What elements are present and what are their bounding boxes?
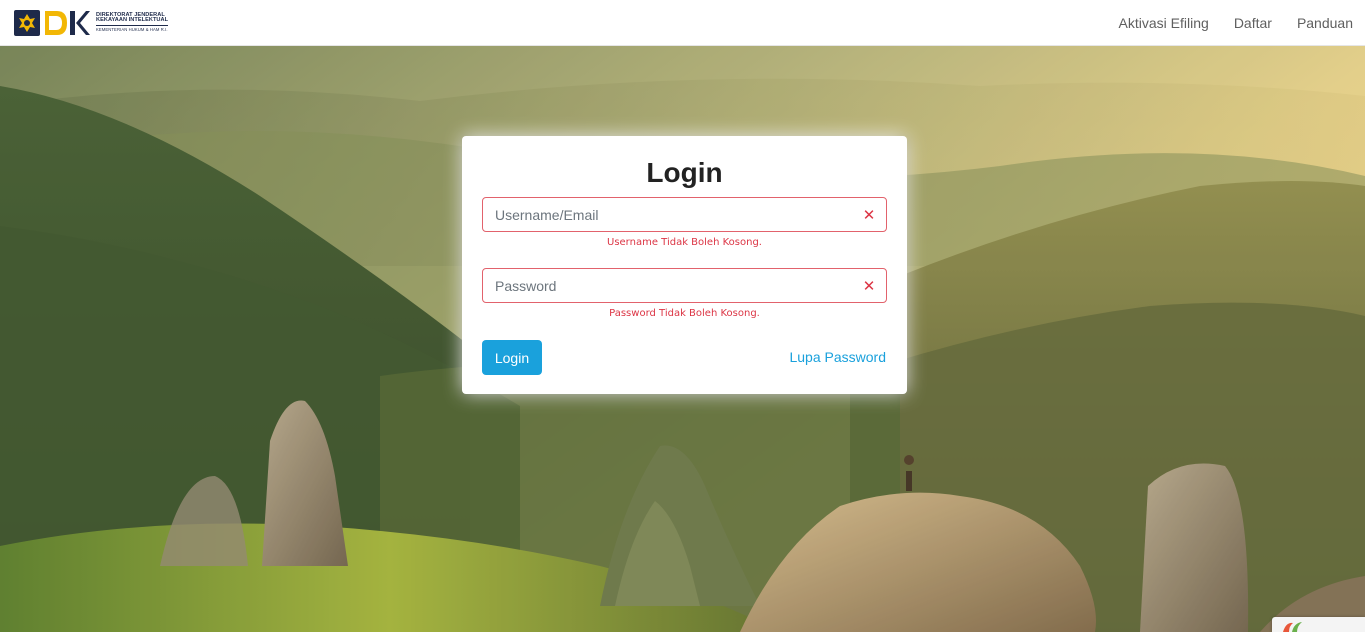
recaptcha-icon xyxy=(1283,622,1302,632)
username-error-message: Username Tidak Boleh Kosong. xyxy=(607,237,762,248)
brand-line-2: KEKAYAAN INTELEKTUAL xyxy=(96,17,169,24)
username-field: ✕ xyxy=(482,197,887,232)
login-title: Login xyxy=(646,157,723,188)
nav-link-aktivasi-efiling[interactable]: Aktivasi Efiling xyxy=(1119,15,1209,31)
top-navbar: DIREKTORAT JENDERAL KEKAYAAN INTELEKTUAL… xyxy=(0,0,1365,46)
brand-logo[interactable]: DIREKTORAT JENDERAL KEKAYAAN INTELEKTUAL… xyxy=(14,9,169,37)
close-icon: ✕ xyxy=(862,277,876,295)
nav-links: Aktivasi Efiling Daftar Panduan xyxy=(1119,15,1353,31)
password-error-message: Password Tidak Boleh Kosong. xyxy=(609,308,760,319)
dki-logo-mark xyxy=(45,10,90,35)
login-button[interactable]: Login xyxy=(482,340,542,375)
close-icon: ✕ xyxy=(862,206,876,224)
garuda-emblem-icon xyxy=(14,9,40,36)
nav-link-panduan[interactable]: Panduan xyxy=(1297,15,1353,31)
brand-line-3: KEMENTERIAN HUKUM & HAM R.I. xyxy=(96,26,168,32)
brand-divider xyxy=(96,24,169,26)
login-card: Login ✕ Username Tidak Boleh Kosong. ✕ P… xyxy=(462,136,907,394)
nav-link-daftar[interactable]: Daftar xyxy=(1234,15,1272,31)
username-input[interactable] xyxy=(483,198,886,231)
brand-wordmark: DIREKTORAT JENDERAL KEKAYAAN INTELEKTUAL… xyxy=(96,12,169,32)
password-field: ✕ xyxy=(482,268,887,303)
recaptcha-badge[interactable] xyxy=(1272,617,1365,632)
password-input[interactable] xyxy=(483,269,886,302)
forgot-password-link[interactable]: Lupa Password xyxy=(789,349,886,365)
